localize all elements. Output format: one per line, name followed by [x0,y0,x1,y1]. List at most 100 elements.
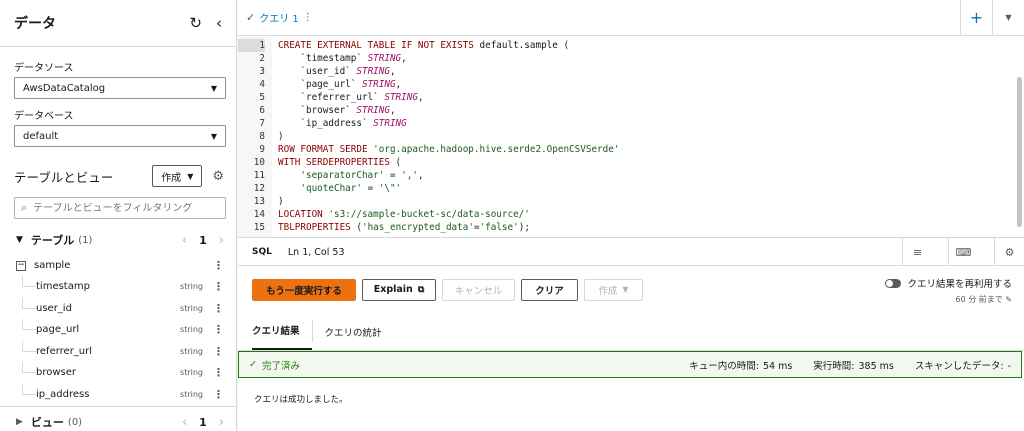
scanned-data-label: スキャンしたデータ: [914,360,1004,372]
tab-more-icon[interactable]: ⋮ [303,12,313,23]
views-page-number[interactable]: 1 [199,416,207,429]
code-token: `user_id` [278,66,357,77]
code-token: , [401,53,407,64]
column-item[interactable]: browser string ⋮ [0,362,236,384]
results-panel: クエリ結果 クエリの統計 ✓ 完了済み キュー内の時間: 54 ms 実行時間: 3… [238,313,1024,431]
tables-page-number[interactable]: 1 [199,234,207,247]
line-number: 11 [253,170,265,181]
more-actions-icon[interactable]: ⋮ [213,259,224,272]
code-token: `referrer_url` [278,92,385,103]
tables-section[interactable]: ▼ テーブル (1) ‹ 1 › [0,225,236,255]
tree-branch [22,362,36,373]
results-tabs: クエリ結果 クエリの統計 [238,313,1024,351]
column-list: timestamp string ⋮ user_id string ⋮ page_url st… [0,276,236,405]
clear-button[interactable]: クリア [521,278,578,301]
table-filter[interactable]: ⌕ [14,197,226,219]
code-line[interactable]: 1 CREATE EXTERNAL TABLE IF NOT EXISTS def… [238,39,1008,52]
more-actions-icon[interactable]: ⋮ [213,302,224,315]
tab-query-results[interactable]: クエリ結果 [252,312,312,350]
views-section[interactable]: ▶ ビュー (0) ‹ 1 › [0,407,236,431]
gear-icon[interactable]: ⚙ [212,169,224,184]
code-line[interactable]: 14 LOCATION 's3://sample-bucket-sc/data-s… [238,208,1008,221]
line-number: 5 [259,92,265,103]
gear-icon[interactable]: ⚙ [994,237,1024,267]
chevron-right-icon[interactable]: › [219,233,224,248]
code-line[interactable]: 4 `page_url` STRING, [238,78,1008,91]
tables-count: (1) [78,234,93,246]
code-token: , [389,105,396,116]
code-token: STRING [356,105,390,116]
line-number: 1 [238,39,265,52]
chevron-right-icon[interactable]: › [219,415,224,430]
caret-down-icon: ▼ [187,171,194,181]
exec-time-label: 実行時間: [813,360,855,372]
code-line[interactable]: 9 ROW FORMAT SERDE 'org.apache.hadoop.hiv… [238,143,1008,156]
database-select[interactable]: default ▼ [14,125,226,147]
code-token: 'false' [479,222,519,233]
sql-code-area[interactable]: 1 CREATE EXTERNAL TABLE IF NOT EXISTS def… [238,37,1024,237]
table-item-sample[interactable]: − sample ⋮ [0,255,236,276]
edit-icon[interactable]: ✎ [1005,295,1012,304]
code-line[interactable]: 7 `ip_address` STRING [238,117,1008,130]
keyboard-icon[interactable]: ⌨ [948,237,978,267]
scrollbar[interactable] [1017,77,1022,227]
cancel-button[interactable]: キャンセル [442,278,515,301]
code-line[interactable]: 13) [238,195,1008,208]
column-name: ip_address [36,388,90,400]
add-tab-icon[interactable]: + [960,0,992,36]
create-button[interactable]: 作成 ▼ [152,165,203,187]
column-type: string [180,303,203,313]
column-item[interactable]: referrer_url string ⋮ [0,340,236,363]
more-actions-icon[interactable]: ⋮ [213,280,224,293]
column-item[interactable]: user_id string ⋮ [0,297,236,320]
code-line[interactable]: 3 `user_id` STRING, [238,65,1008,78]
line-number: 12 [253,183,265,194]
code-line[interactable]: 15 TBLPROPERTIES ('has_encrypted_data'='f… [238,221,1008,234]
code-token: STRING [356,66,390,77]
format-icon[interactable]: ≡ [902,237,932,267]
chevron-left-icon[interactable]: ‹ [182,415,187,430]
query-tab-bar: ✓ クエリ 1 ⋮ + ▼ [238,0,1024,36]
query-editor: ✓ クエリ 1 ⋮ + ▼ 1 CREATE EXTERNAL TABLE IF … [238,0,1024,267]
code-token: `timestamp` [278,53,368,64]
more-actions-icon[interactable]: ⋮ [213,366,224,379]
run-again-button[interactable]: もう一度実行する [252,278,356,301]
explain-button[interactable]: Explain ⧉ [362,278,436,301]
views-label: ビュー [30,416,64,429]
code-line[interactable]: 2 `timestamp` STRING, [238,52,1008,65]
more-actions-icon[interactable]: ⋮ [213,345,224,358]
scanned-data-value: - [1007,360,1011,372]
collapse-icon[interactable]: ‹ [216,14,222,32]
tab-query-stats[interactable]: クエリの統計 [325,312,394,350]
code-line[interactable]: 12 'quoteChar' = '\"' [238,182,1008,195]
reuse-results-toggle[interactable] [885,278,902,288]
table-name: sample [34,260,71,271]
code-token: 'org.apache.hadoop.hive.serde2.OpenCSVSe… [373,144,620,155]
code-line[interactable]: 8) [238,130,1008,143]
tab-query-1[interactable]: ✓ クエリ 1 ⋮ [238,0,321,36]
code-token: STRING [373,118,407,129]
code-line[interactable]: 11 'separatorChar' = ',', [238,169,1008,182]
tab-menu-caret-icon[interactable]: ▼ [992,0,1024,36]
success-check-icon: ✓ [246,11,256,24]
refresh-icon[interactable]: ↻ [189,14,202,32]
create-dropdown-button[interactable]: 作成 ▼ [584,278,643,301]
more-actions-icon[interactable]: ⋮ [213,323,224,336]
queue-time: キュー内の時間: 54 ms [689,358,792,372]
column-type: string [180,346,203,356]
line-number: 15 [253,222,265,233]
column-item[interactable]: page_url string ⋮ [0,319,236,341]
column-item[interactable]: ip_address string ⋮ [0,383,236,406]
collapsed-triangle-icon: ▶ [16,417,23,427]
column-item[interactable]: timestamp string ⋮ [0,276,236,298]
code-line[interactable]: 10 WITH SERDEPROPERTIES ( [238,156,1008,169]
code-line[interactable]: 6 `browser` STRING, [238,104,1008,117]
more-actions-icon[interactable]: ⋮ [213,388,224,401]
table-filter-input[interactable] [33,202,214,214]
code-line[interactable]: 5 `referrer_url` STRING, [238,91,1008,104]
code-token: ( [395,157,402,168]
code-token: `ip_address` [278,118,374,129]
chevron-left-icon[interactable]: ‹ [182,233,187,248]
datasource-select[interactable]: AwsDataCatalog ▼ [14,77,226,99]
collapse-box-icon[interactable]: − [16,260,26,271]
